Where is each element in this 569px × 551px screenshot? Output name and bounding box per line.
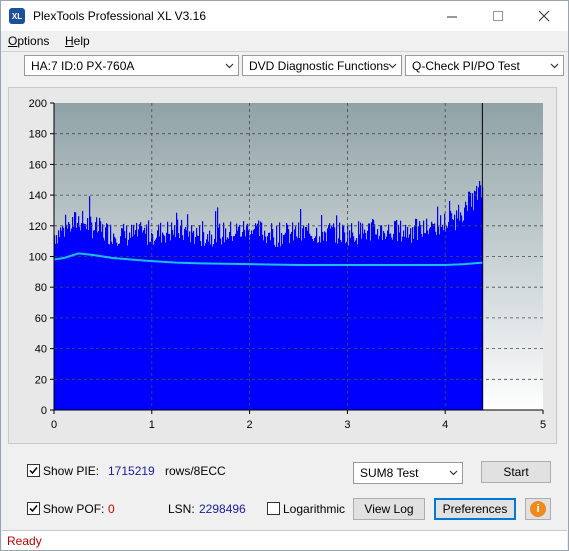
maximize-button[interactable] bbox=[475, 1, 521, 31]
x-tick-label: 4 bbox=[442, 419, 448, 431]
sum-test-select-value: SUM8 Test bbox=[360, 466, 419, 480]
lsn-label: LSN: bbox=[168, 502, 195, 516]
lsn-value: 2298496 bbox=[199, 502, 246, 516]
start-button[interactable]: Start bbox=[481, 461, 551, 483]
chevron-down-icon bbox=[225, 63, 234, 69]
pof-value: 0 bbox=[108, 502, 115, 516]
y-tick-label: 20 bbox=[35, 374, 47, 386]
y-tick-label: 140 bbox=[29, 190, 47, 202]
y-tick-label: 120 bbox=[29, 221, 47, 233]
view-log-button[interactable]: View Log bbox=[353, 498, 425, 520]
y-tick-label: 0 bbox=[41, 405, 47, 417]
y-tick-label: 200 bbox=[29, 98, 47, 110]
y-tick-label: 40 bbox=[35, 344, 47, 356]
menu-bar: Options Help bbox=[1, 31, 568, 51]
preferences-button[interactable]: Preferences bbox=[434, 498, 516, 520]
show-pie-label: Show PIE: bbox=[43, 464, 100, 478]
minimize-icon bbox=[446, 16, 457, 17]
toolbar: HA:7 ID:0 PX-760A DVD Diagnostic Functio… bbox=[1, 52, 568, 82]
test-select-value: Q-Check PI/PO Test bbox=[412, 59, 520, 73]
menu-help[interactable]: Help bbox=[65, 34, 90, 48]
sum-test-select[interactable]: SUM8 Test bbox=[353, 462, 463, 484]
x-tick-label: 3 bbox=[344, 419, 350, 431]
show-pof-label: Show POF: bbox=[43, 502, 105, 516]
close-button[interactable] bbox=[521, 1, 567, 31]
y-tick-label: 100 bbox=[29, 252, 47, 264]
y-tick-label: 80 bbox=[35, 282, 47, 294]
chevron-down-icon bbox=[550, 63, 559, 69]
x-tick-label: 1 bbox=[149, 419, 155, 431]
close-icon bbox=[538, 10, 549, 21]
y-tick-label: 180 bbox=[29, 129, 47, 141]
menu-options[interactable]: Options bbox=[8, 34, 49, 48]
drive-select-value: HA:7 ID:0 PX-760A bbox=[31, 59, 135, 73]
y-tick-label: 160 bbox=[29, 159, 47, 171]
info-icon: i bbox=[530, 501, 546, 517]
info-button[interactable]: i bbox=[525, 498, 551, 520]
control-panel: Show PIE: 1715219 rows/8ECC SUM8 Test St… bbox=[8, 451, 560, 529]
pie-unit: rows/8ECC bbox=[165, 464, 226, 478]
y-tick-label: 60 bbox=[35, 313, 47, 325]
pie-value: 1715219 bbox=[108, 464, 155, 478]
x-tick-label: 0 bbox=[51, 419, 57, 431]
window-title: PlexTools Professional XL V3.16 bbox=[33, 9, 206, 23]
app-logo-icon: XL bbox=[9, 8, 25, 24]
pi-po-chart: 2001801601401201008060402000 1 2 3 4 5 bbox=[29, 98, 546, 431]
status-text: Ready bbox=[7, 534, 42, 548]
test-select[interactable]: Q-Check PI/PO Test bbox=[405, 55, 564, 76]
app-window: XL PlexTools Professional XL V3.16 Optio… bbox=[0, 0, 569, 551]
function-select[interactable]: DVD Diagnostic Functions bbox=[242, 55, 402, 76]
chevron-down-icon bbox=[388, 63, 397, 69]
checkmark-icon bbox=[29, 467, 38, 475]
checkmark-icon bbox=[29, 505, 38, 513]
function-select-value: DVD Diagnostic Functions bbox=[249, 59, 390, 73]
chevron-down-icon bbox=[449, 470, 458, 476]
show-pie-checkbox[interactable] bbox=[27, 464, 40, 477]
minimize-button[interactable] bbox=[429, 1, 475, 31]
maximize-icon bbox=[492, 10, 503, 21]
title-bar: XL PlexTools Professional XL V3.16 bbox=[1, 1, 568, 31]
x-tick-label: 2 bbox=[247, 419, 253, 431]
show-pof-checkbox[interactable] bbox=[27, 502, 40, 515]
logarithmic-label: Logarithmic bbox=[283, 502, 346, 516]
chart-panel: 200 180 160 140 120 100 80 60 40 20 0 0 1 2 3 4 5 bbox=[8, 87, 557, 444]
x-tick-label: 5 bbox=[540, 419, 546, 431]
status-bar: Ready bbox=[2, 530, 567, 550]
logarithmic-checkbox[interactable] bbox=[267, 502, 280, 515]
drive-select[interactable]: HA:7 ID:0 PX-760A bbox=[24, 55, 239, 76]
